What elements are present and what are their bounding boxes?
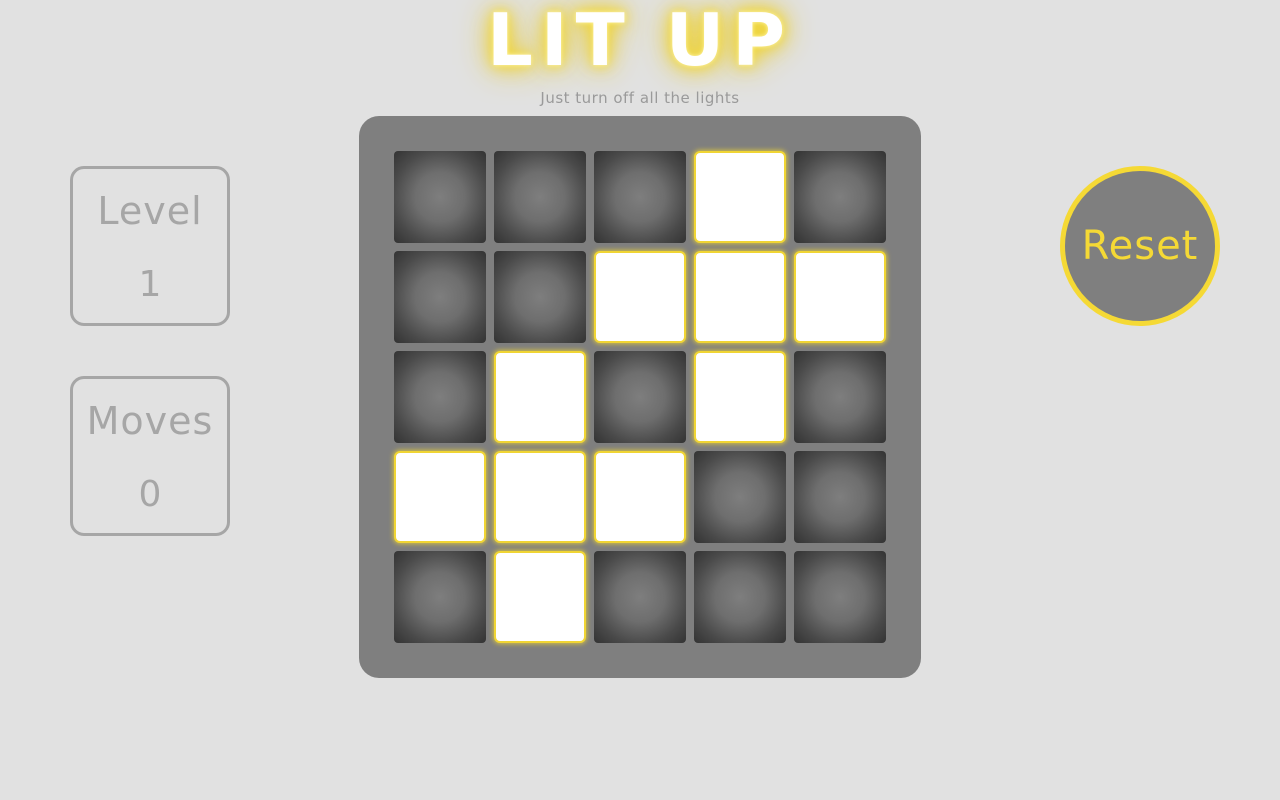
light-cell-r5-c2[interactable]: [494, 551, 586, 643]
light-cell-r1-c5[interactable]: [794, 151, 886, 243]
reset-button[interactable]: Reset: [1060, 166, 1220, 326]
light-cell-r1-c4[interactable]: [694, 151, 786, 243]
light-cell-r4-c2[interactable]: [494, 451, 586, 543]
level-value: 1: [138, 264, 162, 305]
light-cell-r5-c3[interactable]: [594, 551, 686, 643]
light-cell-r1-c1[interactable]: [394, 151, 486, 243]
level-label: Level: [97, 189, 203, 233]
light-cell-r3-c5[interactable]: [794, 351, 886, 443]
level-panel: Level 1: [70, 166, 230, 326]
light-cell-r2-c3[interactable]: [594, 251, 686, 343]
light-cell-r3-c4[interactable]: [694, 351, 786, 443]
light-cell-r1-c2[interactable]: [494, 151, 586, 243]
light-cell-r5-c4[interactable]: [694, 551, 786, 643]
light-cell-r1-c3[interactable]: [594, 151, 686, 243]
game-board: [359, 116, 921, 678]
light-cell-r5-c1[interactable]: [394, 551, 486, 643]
moves-label: Moves: [86, 399, 214, 443]
light-cell-r4-c3[interactable]: [594, 451, 686, 543]
game-title: LIT UP: [486, 0, 794, 82]
light-cell-r4-c4[interactable]: [694, 451, 786, 543]
light-cell-r5-c5[interactable]: [794, 551, 886, 643]
moves-value: 0: [138, 474, 162, 515]
light-cell-r4-c5[interactable]: [794, 451, 886, 543]
light-cell-r2-c2[interactable]: [494, 251, 586, 343]
moves-panel: Moves 0: [70, 376, 230, 536]
light-cell-r3-c3[interactable]: [594, 351, 686, 443]
light-cell-r4-c1[interactable]: [394, 451, 486, 543]
game-subtitle: Just turn off all the lights: [540, 89, 740, 107]
light-cell-r3-c1[interactable]: [394, 351, 486, 443]
light-cell-r2-c5[interactable]: [794, 251, 886, 343]
light-cell-r2-c1[interactable]: [394, 251, 486, 343]
light-cell-r2-c4[interactable]: [694, 251, 786, 343]
light-grid: [394, 151, 886, 643]
light-cell-r3-c2[interactable]: [494, 351, 586, 443]
